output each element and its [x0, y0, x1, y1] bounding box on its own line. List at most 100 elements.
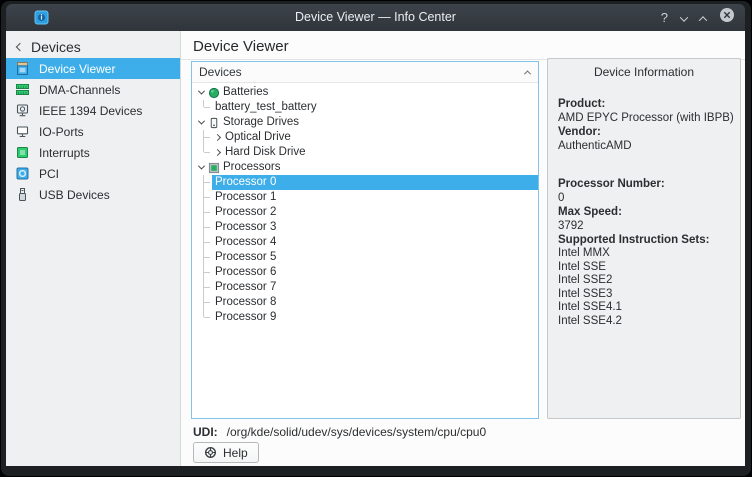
tree-item-label: Processor 9 — [212, 310, 538, 325]
back-button[interactable]: Devices — [17, 39, 81, 55]
expand-arrow-icon — [213, 134, 220, 141]
sidebar-item-ieee-1394-devices[interactable]: IEEE 1394 Devices — [6, 100, 180, 121]
tree-item-label: Processors — [220, 160, 538, 175]
tree-item-label: Batteries — [220, 85, 538, 100]
sidebar-items: Device Viewer DMA-Channels — [6, 58, 180, 205]
tree-item-hard-disk-drive[interactable]: Hard Disk Drive — [196, 145, 538, 160]
field-value-vendor: AuthenticAMD — [558, 139, 734, 153]
sidebar-item-dma-channels[interactable]: DMA-Channels — [6, 79, 180, 100]
ieee-1394-icon — [15, 103, 30, 118]
tree-item-processor-1[interactable]: Processor 1 — [196, 190, 538, 205]
sidebar-item-device-viewer[interactable]: Device Viewer — [6, 58, 180, 79]
info-center-window: Device Viewer — Info Center ? Dev — [0, 0, 752, 477]
tree-item-processor-7[interactable]: Processor 7 — [196, 280, 538, 295]
field-label-instruction-sets: Supported Instruction Sets: — [558, 233, 734, 247]
tree-branch-line — [196, 295, 212, 310]
instruction-set: Intel SSE4.1 — [558, 301, 734, 315]
expand-arrow-icon — [213, 149, 220, 156]
help-button-label: Help — [223, 446, 248, 460]
sidebar-item-usb-devices[interactable]: USB Devices — [6, 184, 180, 205]
tree-item-label: Storage Drives — [220, 115, 538, 130]
dma-channels-icon — [15, 82, 30, 97]
window-controls: ? — [661, 4, 735, 31]
expander[interactable] — [212, 135, 222, 140]
tree-item-label: Processor 8 — [212, 295, 538, 310]
expander[interactable] — [196, 90, 207, 95]
tree-rows: Batteries battery_test_battery — [192, 83, 538, 325]
tree-item-processor-3[interactable]: Processor 3 — [196, 220, 538, 235]
field-value-product: AMD EPYC Processor (with IBPB) — [558, 111, 734, 125]
minimize-button[interactable] — [681, 9, 687, 27]
main-area: Device Viewer Devices — [181, 31, 745, 466]
tree-item-processor-5[interactable]: Processor 5 — [196, 250, 538, 265]
tree-item-batteries[interactable]: Batteries — [196, 85, 538, 100]
close-button[interactable] — [719, 7, 735, 28]
sidebar-item-interrupts[interactable]: Interrupts — [6, 142, 180, 163]
sidebar-item-label: IO-Ports — [39, 125, 84, 139]
tree-item-label: Hard Disk Drive — [222, 145, 538, 160]
expander[interactable] — [196, 120, 207, 125]
tree-item-processor-2[interactable]: Processor 2 — [196, 205, 538, 220]
tree-item-processor-4[interactable]: Processor 4 — [196, 235, 538, 250]
maximize-icon — [699, 16, 707, 24]
tree-branch-line — [196, 145, 212, 160]
titlebar[interactable]: Device Viewer — Info Center ? — [6, 4, 745, 31]
sidebar-title: Devices — [31, 39, 81, 55]
instruction-set: Intel SSE3 — [558, 288, 734, 302]
expander[interactable] — [196, 165, 207, 170]
tree-item-processor-0[interactable]: Processor 0 — [196, 175, 538, 190]
sort-ascending-icon — [524, 70, 531, 77]
tree-branch-line — [196, 235, 212, 250]
io-ports-icon — [15, 124, 30, 139]
sidebar-item-label: PCI — [39, 167, 59, 181]
device-viewer-icon — [15, 61, 30, 76]
back-arrow-icon — [16, 43, 24, 51]
tree-branch-line — [196, 100, 212, 115]
instruction-set: Intel MMX — [558, 247, 734, 261]
tree-branch-line — [196, 250, 212, 265]
tree-item-label: Processor 6 — [212, 265, 538, 280]
sidebar-item-pci[interactable]: PCI — [6, 163, 180, 184]
battery-icon — [208, 87, 220, 99]
titlebar-help-button[interactable]: ? — [661, 4, 668, 31]
instruction-set: Intel SSE — [558, 261, 734, 275]
instruction-set: Intel SSE2 — [558, 274, 734, 288]
field-label-product: Product: — [558, 97, 734, 111]
tree-item-processor-8[interactable]: Processor 8 — [196, 295, 538, 310]
sidebar: Devices Device Viewer — [6, 31, 181, 466]
help-button[interactable]: Help — [193, 442, 259, 463]
field-label-vendor: Vendor: — [558, 125, 734, 139]
tree-item-optical-drive[interactable]: Optical Drive — [196, 130, 538, 145]
field-label-processor-number: Processor Number: — [558, 177, 734, 191]
tree-branch-line — [196, 280, 212, 295]
sidebar-item-io-ports[interactable]: IO-Ports — [6, 121, 180, 142]
tree-item-storage-drives[interactable]: Storage Drives — [196, 115, 538, 130]
usb-devices-icon — [15, 187, 30, 202]
tree-item-battery-test-battery[interactable]: battery_test_battery — [196, 100, 538, 115]
collapse-arrow-icon — [198, 88, 205, 95]
interrupts-icon — [15, 145, 30, 160]
expander[interactable] — [212, 150, 222, 155]
tree-branch-line — [196, 130, 212, 145]
tree-column-header-label: Devices — [199, 65, 525, 79]
tree-item-label: battery_test_battery — [212, 100, 538, 115]
tree-column-header[interactable]: Devices — [192, 62, 538, 83]
tree-branch-line — [196, 220, 212, 235]
tree-item-processors[interactable]: Processors — [196, 160, 538, 175]
screen: Device Viewer — Info Center ? Dev — [0, 0, 752, 477]
sidebar-item-label: Interrupts — [39, 146, 90, 160]
tree-branch-line — [196, 205, 212, 220]
sidebar-item-label: DMA-Channels — [39, 83, 120, 97]
tree-branch-line — [196, 175, 212, 190]
close-icon — [719, 7, 735, 23]
info-panel-title: Device Information — [548, 65, 740, 79]
tree-branch-line — [196, 265, 212, 280]
info-fields: Product: AMD EPYC Processor (with IBPB) … — [558, 97, 734, 328]
page-title: Device Viewer — [193, 38, 289, 55]
tree-item-label: Optical Drive — [222, 130, 538, 145]
tree-item-processor-9[interactable]: Processor 9 — [196, 310, 538, 325]
tree-item-processor-6[interactable]: Processor 6 — [196, 265, 538, 280]
udi-line: UDI:/org/kde/solid/udev/sys/devices/syst… — [193, 425, 486, 439]
maximize-button[interactable] — [700, 9, 706, 27]
tree-item-label-selected: Processor 0 — [212, 175, 538, 190]
